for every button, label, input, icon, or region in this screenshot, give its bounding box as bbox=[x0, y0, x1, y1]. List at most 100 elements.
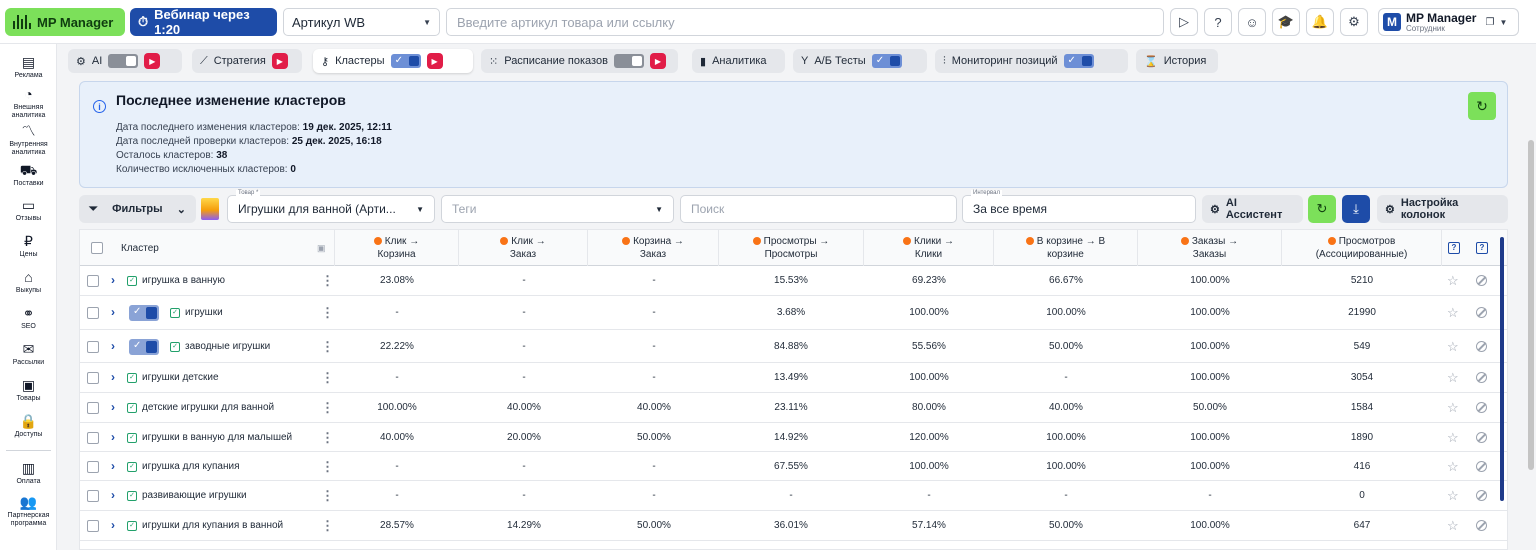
sidebar-item-seo[interactable]: ⚭ SEO bbox=[0, 305, 57, 331]
sidebar-item-mailings[interactable]: ✉ Рассылки bbox=[0, 341, 57, 367]
exclude-icon[interactable] bbox=[1476, 307, 1487, 318]
row-menu-icon[interactable]: ⋮ bbox=[321, 273, 334, 289]
sidebar-item-access[interactable]: 🔒 Доступы bbox=[0, 413, 57, 439]
sidebar-item-products[interactable]: ▣ Товары bbox=[0, 377, 57, 403]
refresh-clusters-button[interactable]: ↻ bbox=[1468, 92, 1496, 120]
row-checkbox[interactable] bbox=[87, 402, 99, 414]
expand-chevron-icon[interactable]: › bbox=[111, 273, 115, 287]
filters-button[interactable]: ⏷ Фильтры ⌄ bbox=[79, 195, 196, 223]
interval-select[interactable]: Интервал За все время bbox=[962, 190, 1196, 223]
cluster-toggle[interactable] bbox=[129, 305, 159, 321]
account-switcher[interactable]: M MP Manager Сотрудник ❐ ▼ bbox=[1378, 8, 1519, 36]
row-checkbox[interactable] bbox=[87, 520, 99, 532]
cluster-check-icon[interactable]: ✓ bbox=[127, 372, 137, 383]
row-checkbox[interactable] bbox=[87, 372, 99, 384]
expand-chevron-icon[interactable]: › bbox=[111, 400, 115, 414]
table-row[interactable]: › ✓ детские игрушки для ванной ⋮ 100.00% 40.0… bbox=[80, 393, 1507, 423]
table-row[interactable]: › ✓ игрушки детские ⋮ - - - 13.49% 100.00% - 100.0… bbox=[80, 363, 1507, 393]
exclude-icon[interactable] bbox=[1476, 432, 1487, 443]
play-icon[interactable]: ▷ bbox=[1170, 8, 1198, 36]
table-row[interactable]: › ✓ игрушка для купания ⋮ - - - 67.55% 100.00% 10… bbox=[80, 452, 1507, 481]
tab-analytics[interactable]: ▮ Аналитика bbox=[692, 49, 785, 73]
video-icon[interactable]: ▶ bbox=[649, 53, 666, 69]
page-scrollbar[interactable] bbox=[1528, 140, 1534, 470]
table-row[interactable]: › ✓ развивающие игрушки ⋮ - - - - - - - 0 ☆ bbox=[80, 481, 1507, 511]
row-checkbox[interactable] bbox=[87, 341, 99, 353]
cluster-check-icon[interactable]: ✓ bbox=[127, 520, 137, 531]
article-type-select[interactable]: Артикул WB ▼ bbox=[283, 8, 440, 36]
cluster-check-icon[interactable]: ✓ bbox=[127, 402, 137, 413]
column-header-views-views[interactable]: Просмотры → Просмотры bbox=[719, 230, 864, 266]
star-icon[interactable]: ☆ bbox=[1447, 430, 1459, 446]
cluster-check-icon[interactable]: ✓ bbox=[127, 490, 137, 501]
tab-ai[interactable]: ⚙ AI ▶ bbox=[68, 49, 182, 73]
tab-clusters[interactable]: ⚷ Кластеры ▶ bbox=[313, 49, 473, 73]
expand-chevron-icon[interactable]: › bbox=[111, 339, 115, 353]
expand-chevron-icon[interactable]: › bbox=[111, 518, 115, 532]
video-icon[interactable]: ▶ bbox=[144, 53, 161, 69]
column-header-orders-orders[interactable]: Заказы → Заказы bbox=[1138, 230, 1282, 266]
webinar-button[interactable]: ⏱ Вебинар через 1:20 bbox=[130, 7, 277, 37]
row-checkbox[interactable] bbox=[87, 275, 99, 287]
expand-chevron-icon[interactable]: › bbox=[111, 305, 115, 319]
cluster-check-icon[interactable]: ✓ bbox=[170, 307, 180, 318]
cluster-check-icon[interactable]: ✓ bbox=[127, 461, 137, 472]
star-icon[interactable]: ☆ bbox=[1447, 305, 1459, 321]
expand-chevron-icon[interactable]: › bbox=[111, 370, 115, 384]
video-icon[interactable]: ▶ bbox=[271, 53, 288, 69]
cluster-check-icon[interactable]: ✓ bbox=[127, 432, 137, 443]
tab-monitoring[interactable]: ⫶ Мониторинг позиций bbox=[935, 49, 1128, 73]
exclude-icon[interactable] bbox=[1476, 372, 1487, 383]
column-header-clicks-clicks[interactable]: Клики → Клики bbox=[864, 230, 994, 266]
row-menu-icon[interactable]: ⋮ bbox=[321, 518, 334, 534]
row-menu-icon[interactable]: ⋮ bbox=[321, 459, 334, 475]
sidebar-item-reviews[interactable]: ▭ Отзывы bbox=[0, 197, 57, 223]
clusters-toggle[interactable] bbox=[390, 54, 421, 68]
expand-chevron-icon[interactable]: › bbox=[111, 459, 115, 473]
video-icon[interactable]: ▶ bbox=[426, 53, 443, 69]
column-settings-button[interactable]: ⚙ Настройка колонок bbox=[1377, 195, 1508, 223]
tab-history[interactable]: ⌛ История bbox=[1136, 49, 1218, 73]
ab-tests-toggle[interactable] bbox=[871, 54, 902, 68]
sidebar-item-payment[interactable]: ▥ Оплата bbox=[0, 460, 57, 486]
row-checkbox[interactable] bbox=[87, 307, 99, 319]
row-menu-icon[interactable]: ⋮ bbox=[321, 400, 334, 416]
star-icon[interactable]: ☆ bbox=[1447, 518, 1459, 534]
exclude-icon[interactable] bbox=[1476, 490, 1487, 501]
row-menu-icon[interactable]: ⋮ bbox=[321, 430, 334, 446]
exclude-icon[interactable] bbox=[1476, 275, 1487, 286]
sidebar-item-deliveries[interactable]: ⛟ Поставки bbox=[0, 162, 57, 188]
sidebar-item-prices[interactable]: ₽ Цены bbox=[0, 233, 57, 259]
sidebar-item-partner[interactable]: 👥 Партнерская программа bbox=[0, 494, 57, 528]
column-header-click-cart[interactable]: Клик → Корзина bbox=[335, 230, 459, 266]
expand-chevron-icon[interactable]: › bbox=[111, 488, 115, 502]
table-row[interactable]: › ✓ игрушка в ванную ⋮ 23.08% - - 15.53% 69.23% 6… bbox=[80, 266, 1507, 296]
refresh-table-button[interactable]: ↻ bbox=[1308, 195, 1336, 223]
star-icon[interactable]: ☆ bbox=[1447, 273, 1459, 289]
exclude-icon[interactable] bbox=[1476, 341, 1487, 352]
logo-button[interactable]: MP Manager bbox=[5, 8, 125, 36]
tab-strategy[interactable]: ⟋ Стратегия ▶ bbox=[192, 49, 302, 73]
help-icon[interactable]: ? bbox=[1204, 8, 1232, 36]
gear-icon[interactable]: ⚙ bbox=[1340, 8, 1368, 36]
row-menu-icon[interactable]: ⋮ bbox=[321, 339, 334, 355]
star-icon[interactable]: ☆ bbox=[1447, 488, 1459, 504]
product-select[interactable]: Товар * Игрушки для ванной (Арти... ▼ bbox=[227, 190, 435, 223]
cluster-check-icon[interactable]: ✓ bbox=[170, 341, 180, 352]
sidebar-item-buyouts[interactable]: ⌂ Выкупы bbox=[0, 269, 57, 295]
tags-select[interactable]: Теги ▼ bbox=[441, 195, 674, 223]
row-menu-icon[interactable]: ⋮ bbox=[321, 370, 334, 386]
graduation-cap-icon[interactable]: 🎓 bbox=[1272, 8, 1300, 36]
help-icon[interactable]: ? bbox=[1476, 242, 1488, 254]
tab-ab-tests[interactable]: Y А/Б Тесты bbox=[793, 49, 927, 73]
cluster-check-icon[interactable]: ✓ bbox=[127, 275, 137, 286]
column-header-in-cart[interactable]: В корзине → В корзине bbox=[994, 230, 1138, 266]
row-checkbox[interactable] bbox=[87, 432, 99, 444]
table-row[interactable]: › ✓заводные игрушки ⋮ 22.22% - - 84.88% 55.56% 5… bbox=[80, 330, 1507, 363]
tab-schedule[interactable]: ⁙ Расписание показов ▶ bbox=[481, 49, 678, 73]
search-input[interactable]: Поиск bbox=[680, 195, 957, 223]
column-header-views-associated[interactable]: Просмотров (Ассоциированные) bbox=[1282, 230, 1442, 266]
smile-icon[interactable]: ☺ bbox=[1238, 8, 1266, 36]
star-icon[interactable]: ☆ bbox=[1447, 400, 1459, 416]
table-row[interactable]: › ✓ игрушки в ванную для малышей ⋮ 40.00% 20.… bbox=[80, 423, 1507, 452]
